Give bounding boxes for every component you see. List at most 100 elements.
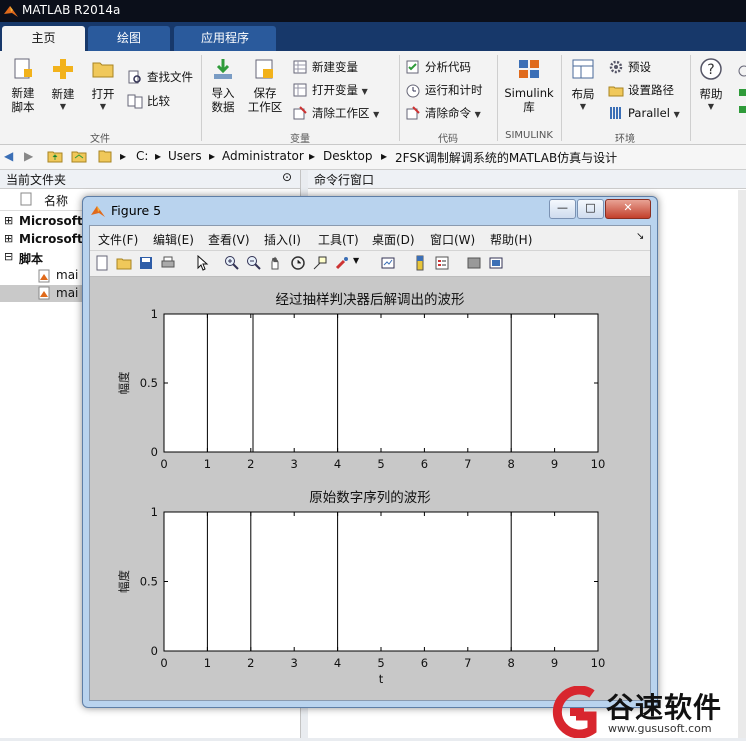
layout-button[interactable]: 布局 ▼ bbox=[567, 57, 599, 111]
x-tick-label: 0 bbox=[160, 656, 167, 670]
figure-window[interactable]: Figure 5 — □ ✕ 文件(F) 编辑(E) 查看(V) 插入(I) 工… bbox=[82, 196, 658, 708]
file-group-label: 文件 bbox=[90, 134, 110, 145]
clear-workspace-label: 清除工作区 bbox=[312, 106, 370, 120]
analyze-code-button[interactable]: 分析代码 bbox=[405, 57, 471, 77]
save-workspace-button[interactable]: 保存 工作区 bbox=[246, 57, 284, 114]
find-files-button[interactable]: 查找文件 bbox=[127, 67, 193, 87]
group-divider bbox=[201, 55, 202, 141]
open-button[interactable]: 打开 ▼ bbox=[86, 57, 120, 111]
breadcrumb-item[interactable]: 2FSK调制解调系统的MATLAB仿真与设计 bbox=[395, 149, 617, 166]
expand-icon[interactable]: ⊞ bbox=[4, 214, 13, 227]
plots-canvas[interactable]: 0 1 2 3 4 5 6 7 8 9 10 0 0.5 1 幅度 0 1 2 3 4 5 6 7 8 9 10 0 0.5 1 幅度 t bbox=[90, 226, 650, 700]
help-icon: ? bbox=[700, 58, 722, 80]
plot1-axes: 0 1 2 3 4 5 6 7 8 9 10 0 0.5 1 幅度 bbox=[117, 307, 605, 471]
tree-item[interactable]: Microsoft bbox=[19, 214, 83, 228]
up-folder-icon[interactable] bbox=[47, 149, 63, 166]
find-files-label: 查找文件 bbox=[147, 70, 193, 84]
import-data-button[interactable]: 导入 数据 bbox=[206, 57, 240, 114]
matlab-logo-icon bbox=[91, 206, 105, 217]
tab-plots[interactable]: 绘图 bbox=[88, 26, 170, 51]
set-path-icon bbox=[608, 86, 624, 96]
simulink-label: Simulink 库 bbox=[504, 86, 554, 114]
group-divider bbox=[497, 55, 498, 141]
chevron-down-icon: ▼ bbox=[59, 102, 67, 111]
chevron-down-icon: ▼ bbox=[474, 110, 481, 119]
command-window-header: 命令行窗口 bbox=[308, 170, 746, 189]
figure-title: Figure 5 bbox=[111, 203, 162, 218]
breadcrumb-item[interactable]: C: bbox=[136, 149, 148, 163]
new-script-button[interactable]: 新建 脚本 bbox=[6, 57, 40, 114]
new-variable-label: 新建变量 bbox=[312, 60, 358, 74]
address-bar: ◀ ▶ ▸ C: ▸ Users ▸ Administrator ▸ Deskt… bbox=[0, 145, 746, 170]
forward-arrow-icon[interactable]: ▶ bbox=[24, 149, 33, 163]
parallel-button[interactable]: Parallel ▼ bbox=[608, 103, 680, 123]
watermark-logo: 谷速软件 www.gususoft.com bbox=[548, 685, 746, 739]
simulink-group-label: SIMULINK bbox=[505, 130, 553, 141]
save-workspace-icon bbox=[255, 59, 273, 79]
file-item[interactable]: mai bbox=[56, 268, 78, 282]
breadcrumb-item[interactable]: Administrator bbox=[222, 149, 304, 163]
y-tick-label: 0 bbox=[151, 445, 158, 459]
save-workspace-label: 保存 工作区 bbox=[247, 86, 283, 114]
column-header-name[interactable]: 名称 bbox=[44, 192, 68, 209]
chevron-down-icon: ▼ bbox=[361, 87, 368, 96]
new-variable-button[interactable]: 新建变量 bbox=[292, 57, 358, 77]
expand-icon[interactable]: ⊞ bbox=[4, 232, 13, 245]
run-and-time-button[interactable]: 运行和计时 bbox=[405, 80, 483, 100]
tree-item[interactable]: Microsoft bbox=[19, 232, 83, 246]
help-button[interactable]: ? 帮助 ▼ bbox=[695, 57, 727, 111]
new-label: 新建 bbox=[51, 87, 75, 101]
watermark-url: www.gususoft.com bbox=[608, 722, 712, 735]
x-tick-label: 9 bbox=[551, 656, 558, 670]
current-folder-header: 当前文件夹 ⊙ bbox=[0, 170, 300, 189]
x-tick-label: 5 bbox=[377, 457, 384, 471]
x-tick-label: 1 bbox=[204, 656, 211, 670]
clear-workspace-button[interactable]: 清除工作区 ▼ bbox=[292, 103, 379, 123]
x-tick-label: 4 bbox=[334, 656, 341, 670]
browse-folder-icon[interactable] bbox=[71, 149, 87, 166]
analyze-code-label: 分析代码 bbox=[425, 60, 471, 74]
chevron-down-icon: ▼ bbox=[673, 110, 680, 119]
group-divider bbox=[561, 55, 562, 141]
plot2-axes: 0 1 2 3 4 5 6 7 8 9 10 0 0.5 1 幅度 t bbox=[117, 505, 605, 686]
x-tick-label: 3 bbox=[291, 656, 298, 670]
tab-apps[interactable]: 应用程序 bbox=[174, 26, 276, 51]
collapse-icon[interactable]: ⊟ bbox=[4, 250, 13, 263]
close-button[interactable]: ✕ bbox=[605, 199, 651, 219]
minimize-button[interactable]: — bbox=[549, 199, 576, 219]
x-tick-label: 5 bbox=[377, 656, 384, 670]
preferences-button[interactable]: 预设 bbox=[608, 57, 651, 77]
x-tick-label: 9 bbox=[551, 457, 558, 471]
x-tick-label: 2 bbox=[247, 457, 254, 471]
set-path-button[interactable]: 设置路径 bbox=[608, 80, 674, 100]
tree-item[interactable]: 脚本 bbox=[19, 250, 43, 267]
x-tick-label: 6 bbox=[421, 457, 428, 471]
maximize-button[interactable]: □ bbox=[577, 199, 604, 219]
x-tick-label: 1 bbox=[204, 457, 211, 471]
compare-button[interactable]: 比较 bbox=[127, 91, 170, 111]
panel-menu-icon[interactable]: ⊙ bbox=[282, 170, 292, 184]
tab-home[interactable]: 主页 bbox=[2, 26, 85, 51]
plot1-frame bbox=[163, 313, 599, 453]
app-titlebar: MATLAB R2014a bbox=[0, 0, 746, 22]
simulink-library-button[interactable]: Simulink 库 bbox=[503, 57, 555, 114]
breadcrumb-item[interactable]: Users bbox=[168, 149, 202, 163]
y-tick-label: 1 bbox=[151, 307, 158, 321]
analyze-code-icon bbox=[406, 60, 419, 73]
breadcrumb-item[interactable]: Desktop bbox=[323, 149, 373, 163]
preferences-label: 预设 bbox=[628, 60, 651, 74]
back-arrow-icon[interactable]: ◀ bbox=[4, 149, 13, 163]
ribbon-tabs: 主页 绘图 应用程序 bbox=[0, 22, 746, 51]
breadcrumb-separator: ▸ bbox=[155, 149, 162, 163]
open-variable-button[interactable]: 打开变量 ▼ bbox=[292, 80, 368, 100]
current-folder-title: 当前文件夹 bbox=[6, 173, 67, 187]
scrollbar[interactable] bbox=[738, 190, 746, 738]
figure-client-area: 文件(F) 编辑(E) 查看(V) 插入(I) 工具(T) 桌面(D) 窗口(W… bbox=[89, 225, 651, 701]
clear-commands-button[interactable]: 清除命令 ▼ bbox=[405, 103, 481, 123]
new-button[interactable]: 新建 ▼ bbox=[46, 57, 80, 111]
file-item[interactable]: mai bbox=[56, 286, 78, 300]
app-title: MATLAB R2014a bbox=[22, 3, 121, 17]
group-divider bbox=[690, 55, 691, 141]
ribbon-home: 新建 脚本 新建 ▼ 打开 ▼ 查找文件 比较 文件 导入 数据 保存 工作区 … bbox=[0, 51, 746, 145]
simulink-icon bbox=[519, 60, 539, 78]
